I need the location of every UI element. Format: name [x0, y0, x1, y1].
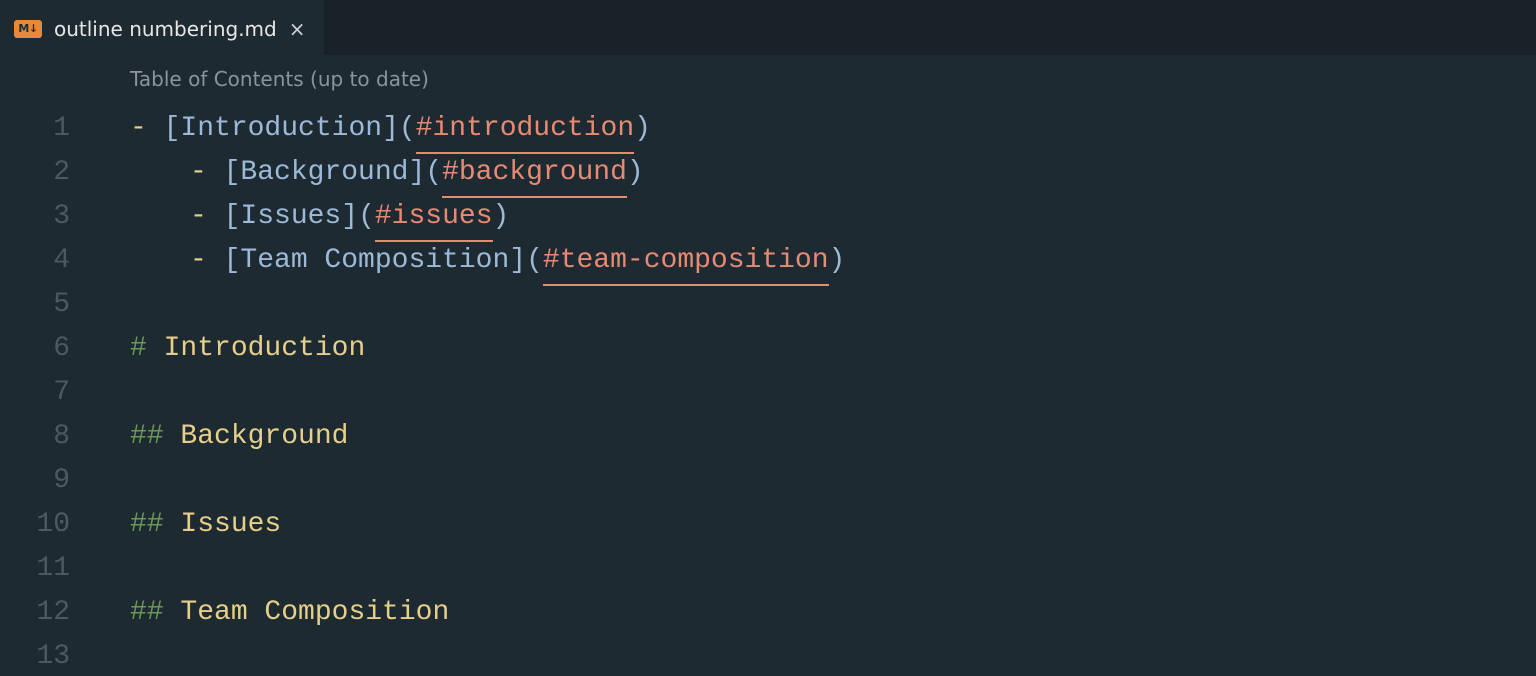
paren-open: ( [526, 239, 543, 283]
bracket-open: [ [164, 107, 181, 151]
heading-text: Introduction [164, 327, 366, 371]
codelens-toc-status[interactable]: Table of Contents (up to date) [130, 67, 429, 91]
toc-link-text: Team Composition [240, 239, 509, 283]
code-line[interactable]: 1 - [ Introduction ] ( #introduction ) [0, 107, 1536, 151]
toc-link-text: Introduction [180, 107, 382, 151]
heading-text: Team Composition [180, 591, 449, 635]
line-number: 10 [0, 503, 100, 547]
toc-link-text: Issues [240, 195, 341, 239]
heading-text: Background [180, 415, 348, 459]
toc-bullet: - [190, 151, 224, 195]
code-lines: 1 - [ Introduction ] ( #introduction ) 2… [0, 73, 1536, 676]
paren-close: ) [829, 239, 846, 283]
line-number: 5 [0, 283, 100, 327]
code-line[interactable]: 5 [0, 283, 1536, 327]
markdown-icon: M↓ [14, 20, 42, 38]
bracket-close: ] [382, 107, 399, 151]
line-number: 11 [0, 547, 100, 591]
line-number: 2 [0, 151, 100, 195]
tab-filename: outline numbering.md [54, 17, 277, 41]
line-number: 8 [0, 415, 100, 459]
toc-bullet: - [130, 107, 164, 151]
code-line[interactable]: 6 # Introduction [0, 327, 1536, 371]
heading-hash: ## [130, 503, 180, 547]
paren-close: ) [634, 107, 651, 151]
line-number: 4 [0, 239, 100, 283]
heading-hash: ## [130, 591, 180, 635]
line-number: 12 [0, 591, 100, 635]
line-number: 13 [0, 635, 100, 676]
paren-open: ( [425, 151, 442, 195]
toc-link-text: Background [240, 151, 408, 195]
paren-close: ) [493, 195, 510, 239]
line-number: 9 [0, 459, 100, 503]
bracket-open: [ [224, 151, 241, 195]
toc-anchor: #background [442, 151, 627, 198]
paren-close: ) [627, 151, 644, 195]
toc-anchor: #issues [375, 195, 493, 242]
paren-open: ( [399, 107, 416, 151]
code-line[interactable]: 13 [0, 635, 1536, 676]
line-number: 1 [0, 107, 100, 151]
toc-bullet: - [190, 195, 224, 239]
toc-anchor: #team-composition [543, 239, 829, 286]
code-line[interactable]: 9 [0, 459, 1536, 503]
code-line[interactable]: 2 - [ Background ] ( #background ) [0, 151, 1536, 195]
line-number: 3 [0, 195, 100, 239]
close-icon[interactable]: × [289, 19, 306, 39]
line-number: 6 [0, 327, 100, 371]
code-line[interactable]: 12 ## Team Composition [0, 591, 1536, 635]
bracket-open: [ [224, 195, 241, 239]
paren-open: ( [358, 195, 375, 239]
bracket-close: ] [341, 195, 358, 239]
bracket-close: ] [408, 151, 425, 195]
toc-anchor: #introduction [416, 107, 634, 154]
code-line[interactable]: 11 [0, 547, 1536, 591]
tab-outline-numbering[interactable]: M↓ outline numbering.md × [0, 0, 324, 55]
editor-area[interactable]: Table of Contents (up to date) 1 - [ Int… [0, 55, 1536, 676]
toc-bullet: - [190, 239, 224, 283]
bracket-close: ] [509, 239, 526, 283]
line-number: 7 [0, 371, 100, 415]
code-line[interactable]: 10 ## Issues [0, 503, 1536, 547]
code-line[interactable]: 7 [0, 371, 1536, 415]
heading-hash: # [130, 327, 164, 371]
heading-hash: ## [130, 415, 180, 459]
bracket-open: [ [224, 239, 241, 283]
code-line[interactable]: 8 ## Background [0, 415, 1536, 459]
code-line[interactable]: 4 - [ Team Composition ] ( #team-composi… [0, 239, 1536, 283]
tab-bar: M↓ outline numbering.md × [0, 0, 1536, 55]
heading-text: Issues [180, 503, 281, 547]
code-line[interactable]: 3 - [ Issues ] ( #issues ) [0, 195, 1536, 239]
